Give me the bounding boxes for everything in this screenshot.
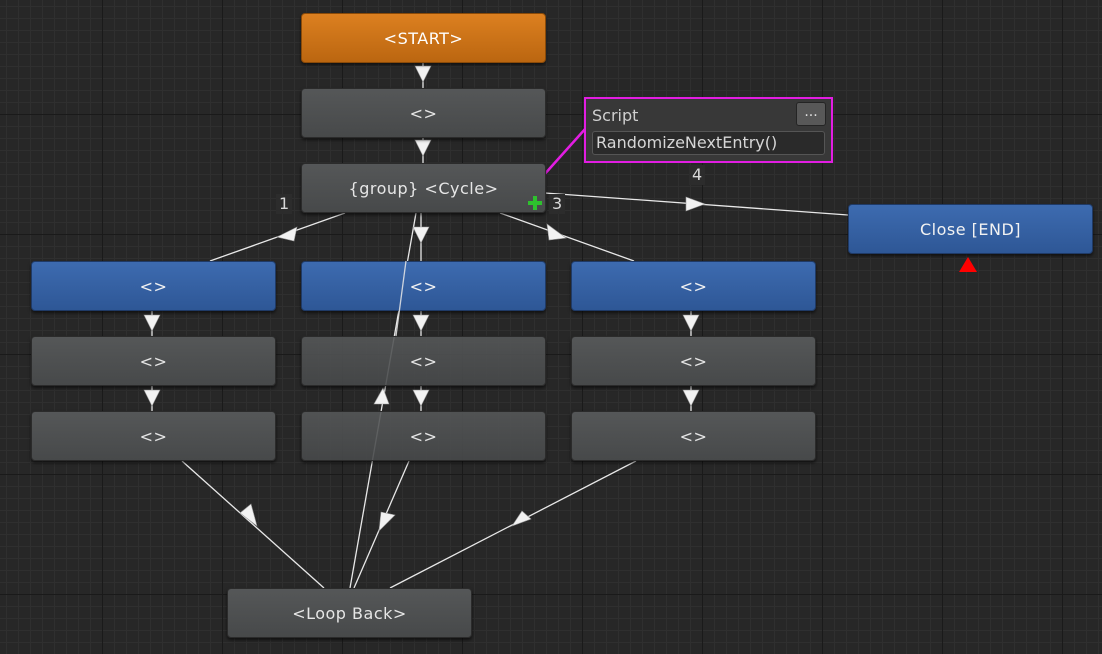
arrow-a1-a2 — [143, 314, 161, 332]
arrow-cycle-c1 — [546, 223, 567, 241]
node-close-label: Close [END] — [919, 219, 1022, 239]
node-label: <> — [139, 426, 168, 446]
node-1[interactable]: <> — [301, 88, 546, 138]
arrow-c2-c3 — [682, 389, 700, 407]
arrow-cycle-close — [685, 196, 706, 212]
arrow-cycle-b1 — [412, 226, 430, 244]
arrow-n1-cycle — [414, 139, 432, 157]
script-value-field[interactable]: RandomizeNextEntry() — [592, 131, 825, 155]
node-branch3-step3[interactable]: <> — [571, 411, 816, 461]
arrow-a3-loop — [239, 503, 258, 527]
edge-cycle-c1 — [499, 212, 635, 262]
node-branch1-step3[interactable]: <> — [31, 411, 276, 461]
node-branch2-step2[interactable]: <> — [301, 336, 546, 386]
node-label: <> — [409, 351, 438, 371]
edge-label-4: 4 — [689, 165, 706, 185]
node-branch3-step2[interactable]: <> — [571, 336, 816, 386]
node-close-end[interactable]: Close [END] — [848, 204, 1093, 254]
node-start-label: <START> — [383, 28, 464, 48]
node-label: <> — [679, 426, 708, 446]
arrow-c1-c2 — [682, 314, 700, 332]
edge-label-3: 3 — [549, 194, 566, 214]
script-panel-title: Script — [592, 106, 639, 125]
node-label: <> — [409, 276, 438, 296]
arrow-a2-a3 — [143, 389, 161, 407]
node-branch2-step3[interactable]: <> — [301, 411, 546, 461]
arrow-b3-loop — [378, 511, 396, 532]
script-panel: Script ... RandomizeNextEntry() — [584, 97, 833, 163]
node-cycle-group[interactable]: {group} <Cycle> — [301, 163, 546, 213]
node-label: <> — [409, 426, 438, 446]
node-branch3-entry[interactable]: <> — [571, 261, 816, 311]
node-cycle-label: {group} <Cycle> — [348, 178, 499, 198]
node-loop-back[interactable]: <Loop Back> — [227, 588, 472, 638]
edge-a3-loop — [181, 460, 325, 589]
arrow-b1-b2 — [412, 314, 430, 332]
node-1-label: <> — [409, 103, 438, 123]
edge-layer — [143, 62, 849, 589]
script-more-button[interactable]: ... — [796, 102, 826, 126]
node-start[interactable]: <START> — [301, 13, 546, 63]
dialogue-graph-canvas[interactable]: <START> <> {group} <Cycle> Close [END] <… — [0, 0, 1102, 654]
arrow-c3-loop — [511, 510, 532, 527]
node-branch1-entry[interactable]: <> — [31, 261, 276, 311]
node-label: <> — [139, 276, 168, 296]
end-triangle-icon — [959, 257, 977, 272]
node-loop-label: <Loop Back> — [292, 603, 407, 623]
node-branch2-entry[interactable]: <> — [301, 261, 546, 311]
node-label: <> — [679, 276, 708, 296]
node-branch1-step2[interactable]: <> — [31, 336, 276, 386]
arrow-cycle-a1 — [276, 226, 298, 242]
node-label: <> — [139, 351, 168, 371]
plus-icon[interactable] — [527, 195, 543, 211]
node-label: <> — [679, 351, 708, 371]
arrow-start-n1 — [414, 65, 432, 83]
arrow-b2-b3 — [412, 389, 430, 407]
edge-label-1: 1 — [276, 194, 293, 214]
arrow-loop-cycle — [373, 387, 390, 405]
